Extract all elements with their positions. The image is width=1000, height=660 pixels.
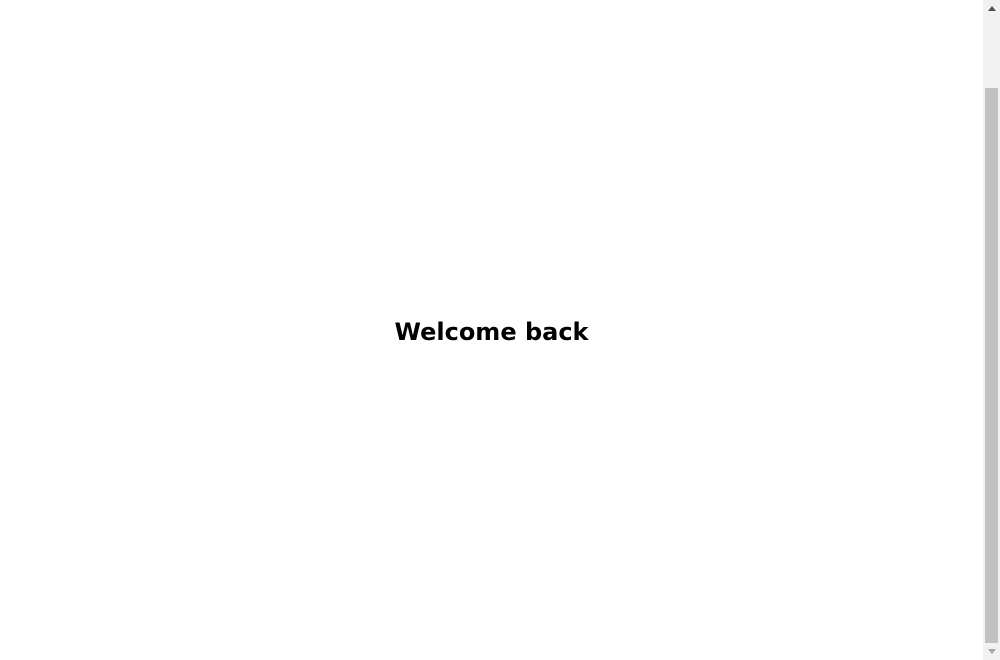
scroll-thumb[interactable] [985,88,998,643]
vertical-scrollbar[interactable] [983,0,1000,660]
triangle-down-icon [987,649,996,654]
page-title: Welcome back [394,318,589,346]
scroll-down-button[interactable] [983,643,1000,660]
page-viewport: Welcome back [0,0,983,660]
scroll-up-button[interactable] [983,0,1000,17]
triangle-up-icon [987,6,996,11]
